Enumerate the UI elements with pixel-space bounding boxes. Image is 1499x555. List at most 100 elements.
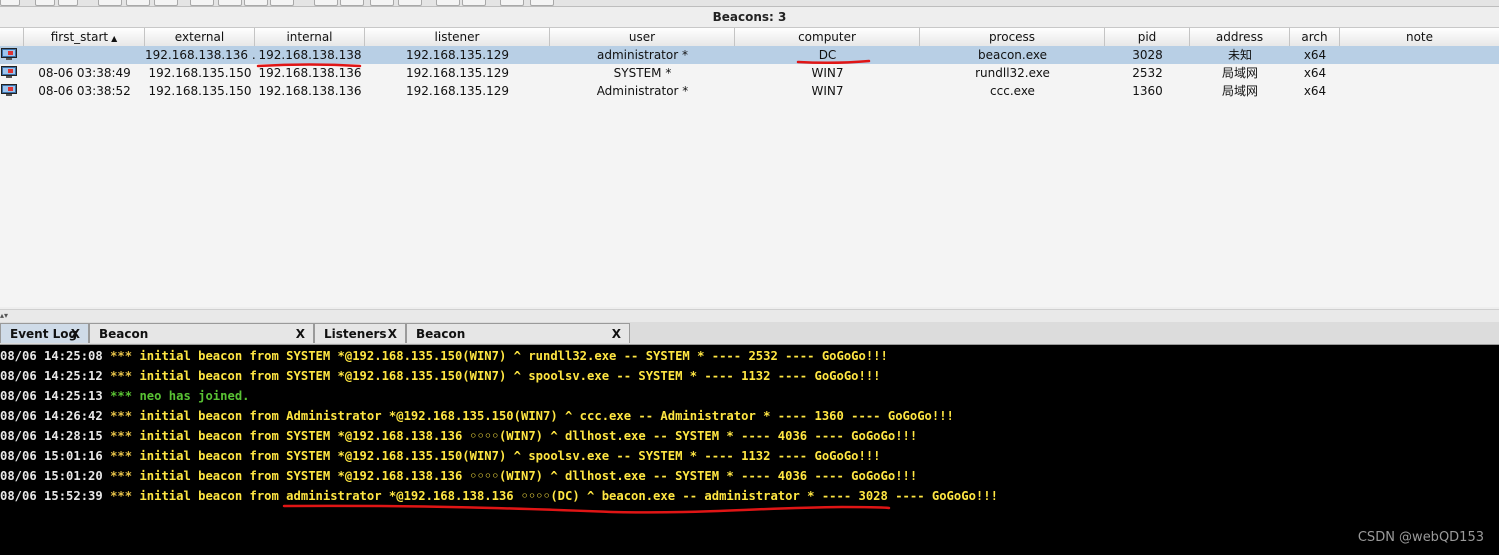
panel-splitter[interactable]: ▴▾ — [0, 309, 1499, 323]
toolbar-button[interactable] — [126, 0, 150, 6]
log-marker: *** — [110, 429, 133, 443]
column-header-pid[interactable]: pid — [1105, 28, 1190, 47]
cell-first-start — [24, 46, 145, 64]
cell-arch: x64 — [1303, 84, 1327, 98]
tab-beacon-1360[interactable]: Beacon 192.168.138.136@1360[] X — [89, 323, 314, 361]
cell-listener: 192.168.135.129 — [405, 84, 510, 98]
log-marker: *** — [110, 469, 133, 483]
collapse-arrows-icon[interactable]: ▴▾ — [0, 311, 8, 320]
tab-label: Listeners — [324, 327, 387, 341]
column-header-user[interactable]: user — [550, 28, 735, 47]
cell-first-start: 08-06 03:38:52 — [38, 84, 131, 98]
tab-bar: Event Log X Beacon 192.168.138.136@1360[… — [0, 322, 1499, 361]
log-marker: *** — [110, 389, 133, 403]
column-header-address[interactable]: address — [1190, 28, 1290, 47]
log-line: 08/06 14:26:42 *** initial beacon from A… — [0, 406, 954, 426]
column-header-external[interactable]: external — [145, 28, 255, 47]
toolbar — [0, 0, 1499, 7]
cell-note — [1340, 64, 1499, 82]
table-row[interactable]: 08-06 03:38:52 192.168.135.150 192.168.1… — [0, 82, 1499, 100]
log-message: initial beacon from SYSTEM *@192.168.138… — [139, 429, 918, 443]
cell-listener: 192.168.135.129 — [405, 66, 510, 80]
cell-user: SYSTEM * — [613, 66, 672, 80]
cell-address: 局域网 — [1221, 66, 1258, 80]
log-marker: *** — [110, 449, 133, 463]
log-timestamp: 08/06 14:25:08 — [0, 349, 103, 363]
column-header-first-start[interactable]: first_start ▲ — [24, 28, 145, 47]
cell-computer: WIN7 — [811, 84, 844, 98]
log-line: 08/06 14:25:13 *** neo has joined. — [0, 386, 250, 406]
tab-listeners[interactable]: Listeners X — [314, 323, 406, 343]
close-icon[interactable]: X — [388, 324, 397, 344]
toolbar-button[interactable] — [370, 0, 394, 6]
column-header-computer[interactable]: computer — [735, 28, 920, 47]
monitor-icon — [1, 66, 17, 78]
event-log-console[interactable]: 08/06 14:25:08 *** initial beacon from S… — [0, 345, 1499, 555]
log-timestamp: 08/06 15:52:39 — [0, 489, 103, 503]
log-timestamp: 08/06 14:25:13 — [0, 389, 103, 403]
log-timestamp: 08/06 14:28:15 — [0, 429, 103, 443]
toolbar-button[interactable] — [530, 0, 554, 6]
cell-pid: 2532 — [1132, 66, 1163, 80]
toolbar-button[interactable] — [35, 0, 55, 6]
table-row[interactable]: 08-06 03:38:49 192.168.135.150 192.168.1… — [0, 64, 1499, 82]
column-header-internal[interactable]: internal — [255, 28, 365, 47]
toolbar-button[interactable] — [98, 0, 122, 6]
log-line: 08/06 14:25:08 *** initial beacon from S… — [0, 346, 888, 366]
tab-event-log[interactable]: Event Log X — [0, 323, 89, 343]
close-icon[interactable]: X — [612, 324, 621, 344]
log-line: 08/06 14:25:12 *** initial beacon from S… — [0, 366, 881, 386]
toolbar-button[interactable] — [190, 0, 214, 6]
toolbar-button[interactable] — [314, 0, 338, 6]
log-line: 08/06 15:01:20 *** initial beacon from S… — [0, 466, 917, 486]
annotation-underline — [256, 63, 362, 68]
toolbar-button[interactable] — [58, 0, 78, 6]
log-message: initial beacon from SYSTEM *@192.168.135… — [139, 369, 881, 383]
log-line: 08/06 14:28:15 *** initial beacon from S… — [0, 426, 917, 446]
column-header-process[interactable]: process — [920, 28, 1105, 47]
table-row[interactable]: 192.168.138.136 ... 192.168.138.138 192.… — [0, 46, 1499, 64]
toolbar-button[interactable] — [500, 0, 524, 6]
log-timestamp: 08/06 15:01:16 — [0, 449, 103, 463]
log-marker: *** — [110, 369, 133, 383]
column-header-note[interactable]: note — [1340, 28, 1499, 47]
column-header-arch[interactable]: arch — [1290, 28, 1340, 47]
beacons-table: first_start ▲ external internal listener … — [0, 27, 1499, 307]
toolbar-button[interactable] — [270, 0, 294, 6]
close-icon[interactable]: X — [71, 324, 80, 344]
column-header-icon[interactable] — [0, 28, 24, 47]
log-timestamp: 08/06 14:25:12 — [0, 369, 103, 383]
toolbar-button[interactable] — [340, 0, 364, 6]
beacons-count-header: Beacons: 3 — [712, 10, 787, 24]
toolbar-button[interactable] — [154, 0, 178, 6]
log-message: initial beacon from SYSTEM *@192.168.135… — [139, 449, 881, 463]
monitor-icon — [1, 48, 17, 60]
tab-beacon-2532[interactable]: Beacon 192.168.138.136@2532[] X — [406, 323, 630, 361]
cell-internal: 192.168.138.136 — [258, 84, 362, 98]
cell-user: administrator * — [597, 48, 688, 62]
cell-pid: 1360 — [1132, 84, 1163, 98]
toolbar-button[interactable] — [244, 0, 268, 6]
toolbar-button[interactable] — [218, 0, 242, 6]
cell-note — [1340, 82, 1499, 100]
log-line: 08/06 15:01:16 *** initial beacon from S… — [0, 446, 881, 466]
cell-address: 局域网 — [1221, 84, 1258, 98]
log-marker: *** — [110, 489, 133, 503]
toolbar-button[interactable] — [436, 0, 460, 6]
cell-process: rundll32.exe — [975, 66, 1050, 80]
toolbar-button[interactable] — [0, 0, 20, 6]
log-message: neo has joined. — [139, 389, 250, 403]
toolbar-button[interactable] — [462, 0, 486, 6]
cell-external: 192.168.135.150 — [148, 84, 252, 98]
column-header-listener[interactable]: listener — [365, 28, 550, 47]
close-icon[interactable]: X — [296, 324, 305, 344]
cell-address: 未知 — [1227, 48, 1252, 62]
toolbar-button[interactable] — [398, 0, 422, 6]
cell-listener: 192.168.135.129 — [405, 48, 510, 62]
cell-computer: WIN7 — [811, 66, 844, 80]
cell-note — [1340, 46, 1499, 64]
cell-first-start: 08-06 03:38:49 — [38, 66, 131, 80]
log-message: initial beacon from SYSTEM *@192.168.138… — [139, 469, 918, 483]
column-label: first_start — [50, 30, 109, 44]
monitor-icon — [1, 84, 17, 96]
